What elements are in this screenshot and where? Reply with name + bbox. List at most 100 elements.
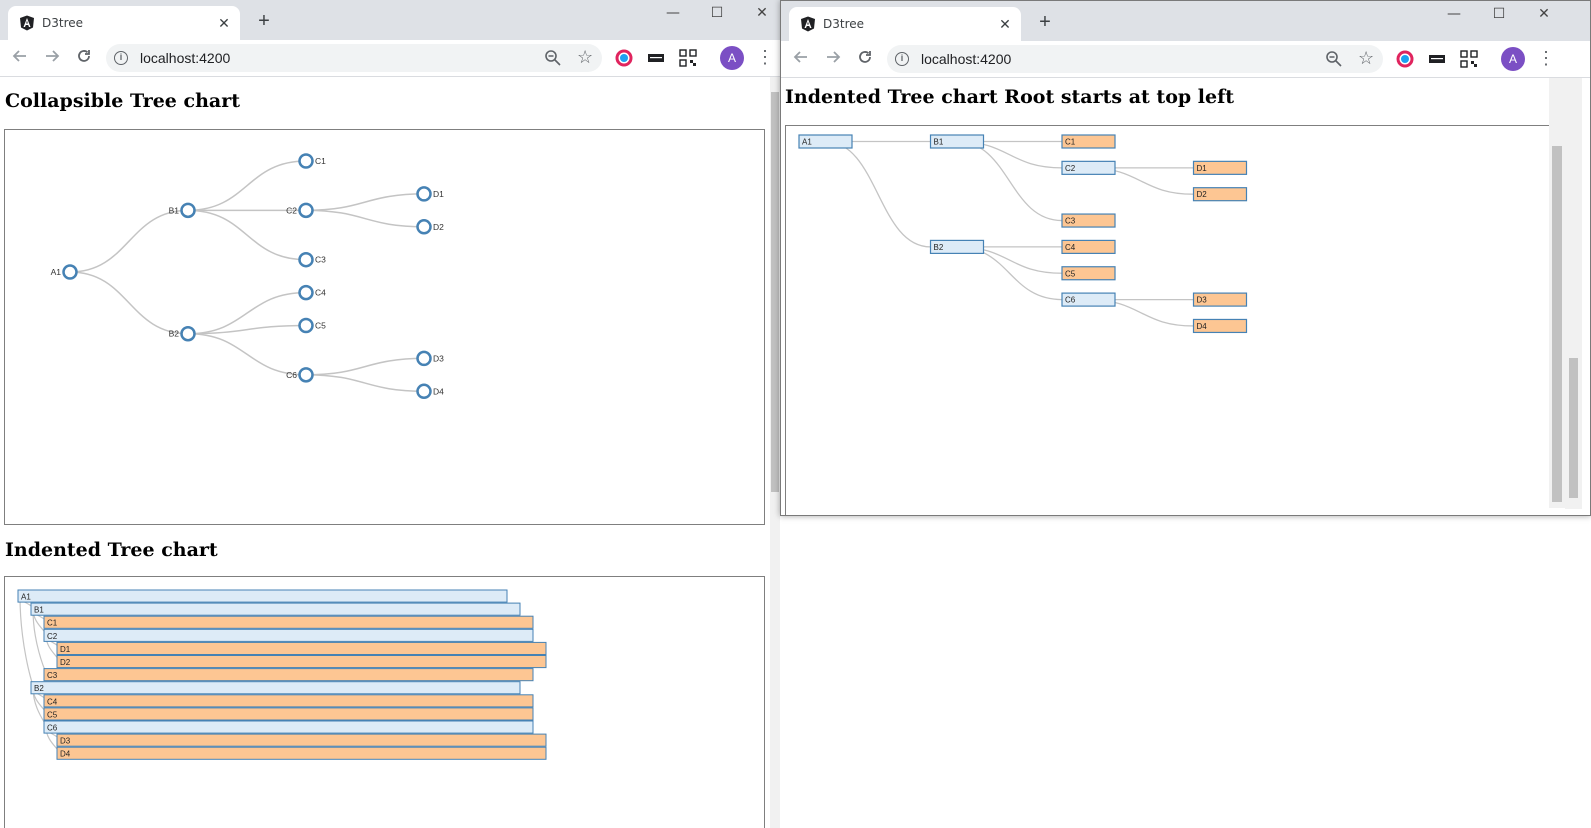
- info-icon[interactable]: i: [114, 51, 128, 65]
- color-picker-extension-icon[interactable]: [615, 49, 633, 67]
- tree-link: [187, 160, 307, 212]
- qr-code-extension-icon[interactable]: [679, 49, 697, 67]
- tree-node-label: C6: [286, 370, 297, 380]
- three-dots-icon[interactable]: ⋮: [1537, 47, 1555, 71]
- indented-row-label: D3: [60, 737, 71, 746]
- tree-node-D2: [416, 219, 432, 235]
- url-text[interactable]: localhost:4200: [921, 51, 1011, 67]
- rootleft-node-label: C1: [1065, 138, 1076, 147]
- maximize-button[interactable]: ☐: [694, 0, 740, 28]
- rootleft-link: [825, 140, 931, 248]
- tree-node-label: C3: [315, 255, 326, 265]
- profile-avatar[interactable]: A: [1501, 47, 1525, 71]
- reload-button[interactable]: [70, 44, 98, 72]
- zoom-out-icon[interactable]: [1325, 50, 1343, 68]
- close-tab-icon[interactable]: ✕: [997, 16, 1013, 32]
- indented-tree-heading: Indented Tree chart: [5, 539, 218, 561]
- zoom-out-icon[interactable]: [544, 49, 562, 67]
- indented-row-C1: [43, 615, 534, 629]
- profile-avatar[interactable]: A: [720, 46, 744, 70]
- tree-node-D3: [416, 350, 432, 367]
- back-button[interactable]: [787, 45, 815, 73]
- tree-link: [69, 209, 189, 273]
- tree-link: [187, 209, 307, 261]
- indented-row-label: D2: [60, 658, 71, 667]
- new-tab-button[interactable]: +: [1033, 11, 1057, 35]
- angular-logo-icon: [20, 15, 34, 31]
- indented-row-label: D4: [60, 750, 71, 759]
- back-button[interactable]: [6, 44, 34, 72]
- address-bar[interactable]: i localhost:4200 ☆: [887, 45, 1383, 73]
- tree-node-label: B1: [169, 205, 180, 215]
- tab-strip: D3tree ✕ + — ☐ ✕: [0, 0, 787, 40]
- forward-button[interactable]: [819, 45, 847, 73]
- tree-link: [187, 332, 307, 376]
- close-window-button[interactable]: ✕: [1521, 1, 1567, 29]
- tree-node-label: A1: [51, 267, 62, 277]
- indented-row-label: D1: [60, 645, 71, 654]
- rootleft-node-label: C3: [1065, 217, 1076, 226]
- forward-button[interactable]: [38, 44, 66, 72]
- url-text[interactable]: localhost:4200: [140, 50, 230, 66]
- close-tab-icon[interactable]: ✕: [216, 15, 232, 31]
- page-scrollbar-left[interactable]: [770, 77, 780, 828]
- collapsible-tree-chart: A1 B1 C1 C2 D1 D2 C3 B2 C4 C5 C6 D3 D4: [4, 129, 765, 525]
- tree-node-label: C4: [315, 288, 326, 298]
- rootleft-node-label: C2: [1065, 164, 1076, 173]
- reload-button[interactable]: [851, 45, 879, 73]
- color-picker-extension-icon[interactable]: [1396, 50, 1414, 68]
- angular-logo-icon: [801, 16, 815, 32]
- star-icon[interactable]: ☆: [1358, 48, 1376, 68]
- page-scrollbar-right-thumb[interactable]: [1569, 358, 1578, 498]
- chart-scrollbar-thumb[interactable]: [1552, 146, 1562, 502]
- tree-node-C5: [298, 317, 314, 334]
- page-scrollbar-left-thumb[interactable]: [771, 92, 779, 492]
- tab-d3tree[interactable]: D3tree ✕: [789, 7, 1021, 41]
- indented-row-C2: [43, 628, 534, 642]
- indented-row-C3: [43, 668, 534, 682]
- tree-link: [305, 357, 425, 376]
- tree-node-B2: [180, 325, 196, 342]
- indented-row-label: C3: [47, 671, 58, 680]
- close-window-button[interactable]: ✕: [739, 0, 785, 28]
- keyboard-extension-icon[interactable]: [647, 49, 665, 67]
- tree-node-C6: [298, 367, 314, 383]
- rootleft-node-label: B2: [934, 243, 944, 252]
- tree-link: [305, 193, 425, 212]
- rootleft-node-label: A1: [802, 138, 812, 147]
- indented-tree-svg: A1B1C1 C2D1 D2C3B2C4 C5 C6D3 D4: [17, 589, 547, 760]
- address-bar[interactable]: i localhost:4200 ☆: [106, 44, 602, 72]
- tab-d3tree[interactable]: D3tree ✕: [8, 6, 240, 40]
- qr-code-extension-icon[interactable]: [1460, 50, 1478, 68]
- indented-row-label: B2: [34, 684, 44, 693]
- tree-node-A1: [62, 264, 78, 280]
- indented-row-label: B1: [34, 606, 44, 615]
- minimize-button[interactable]: —: [650, 0, 696, 28]
- tab-strip: D3tree ✕ + — ☐ ✕: [781, 1, 1590, 41]
- page-scrollbar-right[interactable]: [1565, 78, 1582, 509]
- new-tab-button[interactable]: +: [252, 10, 276, 34]
- info-icon[interactable]: i: [895, 52, 909, 66]
- tree-node-C2: [298, 202, 314, 219]
- tree-node-label: D4: [433, 386, 444, 396]
- keyboard-extension-icon[interactable]: [1428, 50, 1446, 68]
- chart-scrollbar[interactable]: [1549, 78, 1565, 508]
- indented-row-label: C1: [47, 619, 58, 628]
- tree-link: [187, 291, 307, 335]
- indented-row-D4: [56, 746, 547, 760]
- tree-node-B1: [180, 202, 196, 219]
- indented-row-A1: [17, 589, 508, 603]
- indented-row-B2: [30, 681, 521, 695]
- reload-icon: [859, 51, 871, 63]
- star-icon[interactable]: ☆: [577, 47, 595, 67]
- indented-row-D2: [56, 655, 547, 669]
- maximize-button[interactable]: ☐: [1476, 1, 1522, 29]
- arrow-right-icon: [827, 51, 841, 63]
- rootleft-node-label: C6: [1065, 296, 1076, 305]
- tab-title: D3tree: [823, 17, 865, 31]
- three-dots-icon[interactable]: ⋮: [756, 46, 774, 70]
- minimize-button[interactable]: —: [1431, 1, 1477, 29]
- rootleft-link: [956, 246, 1063, 301]
- tab-title: D3tree: [42, 16, 84, 30]
- tree-node-label: D2: [433, 222, 444, 232]
